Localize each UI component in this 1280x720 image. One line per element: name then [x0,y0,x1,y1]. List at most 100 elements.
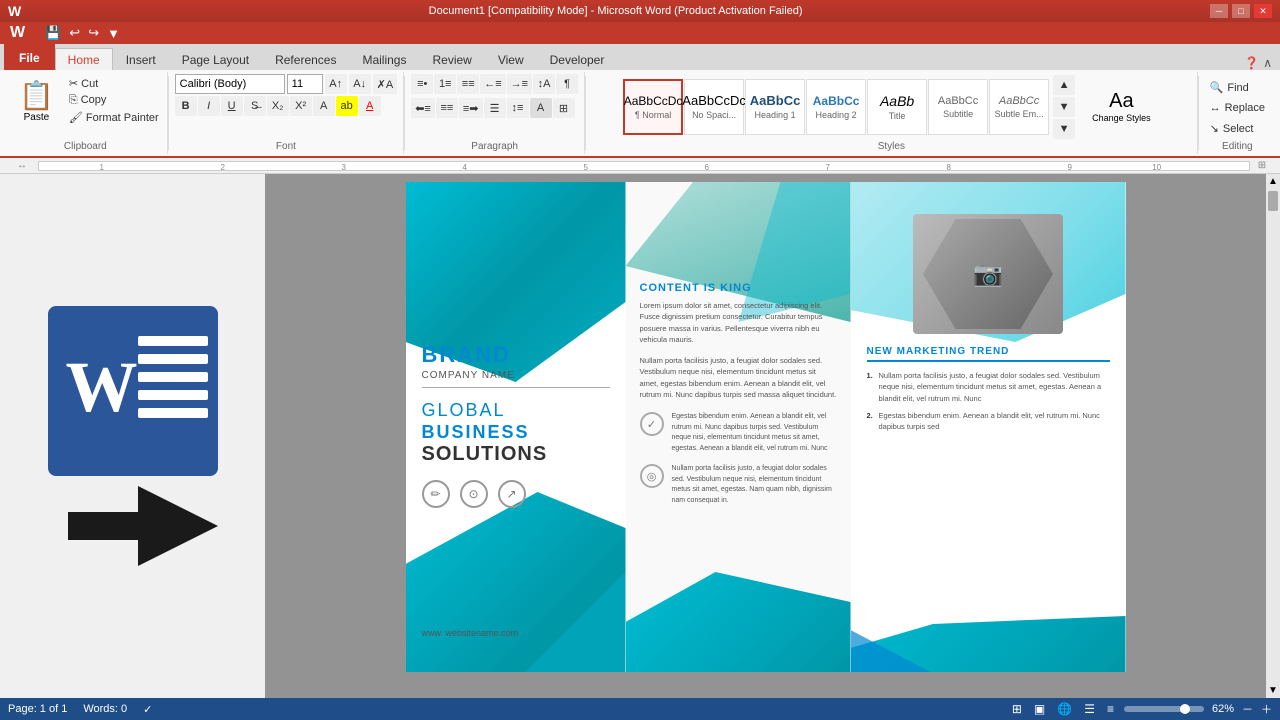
font-color-button[interactable]: A [359,96,381,116]
spell-check-icon[interactable]: ✓ [143,703,152,716]
bold-button[interactable]: B [175,96,197,116]
window-title: Document1 [Compatibility Mode] - Microso… [21,5,1210,17]
qa-customize-button[interactable]: ▼ [105,26,122,41]
help-icon[interactable]: ❓ [1244,56,1259,70]
style-title[interactable]: AaBb Title [867,79,927,135]
find-button[interactable]: 🔍Find [1205,78,1254,97]
style-subtle-em[interactable]: AaBbCc Subtle Em... [989,79,1049,135]
font-group: A↑ A↓ ✗A B I U S̶ X₂ X² A ab A Font [169,72,405,154]
cut-button[interactable]: ✂ Cut [67,76,161,91]
feature-icon-2: ◎ [640,464,664,488]
font-grow-button[interactable]: A↑ [325,74,347,94]
tab-references[interactable]: References [262,48,349,70]
style-no-spacing[interactable]: AaBbCcDc No Spaci... [684,79,744,135]
tab-view[interactable]: View [485,48,537,70]
replace-button[interactable]: ↔Replace [1205,99,1270,117]
change-styles-button[interactable]: Aa Change Styles [1083,85,1160,128]
vertical-scrollbar[interactable]: ▲ ▼ [1266,174,1280,698]
bullets-button[interactable]: ≡• [411,74,433,94]
justify-button[interactable]: ☰ [484,98,506,118]
styles-more-button[interactable]: ▼ [1053,119,1075,139]
print-layout-button[interactable]: ⊞ [1010,702,1024,716]
minimize-ribbon-icon[interactable]: ∧ [1263,56,1272,70]
font-name-input[interactable] [175,74,285,94]
shading-button[interactable]: A [530,98,552,118]
title-bar: W Document1 [Compatibility Mode] - Micro… [0,0,1280,22]
right-list-item-2: Egestas bibendum enim. Aenean a blandit … [867,410,1110,433]
zoom-out-button[interactable]: － [1242,701,1253,717]
brochure-left-panel: BRAND COMPANY NAME GLOBAL BUSINESS SOLUT… [406,182,626,672]
underline-button[interactable]: U [221,96,243,116]
italic-button[interactable]: I [198,96,220,116]
feature-icon-1: ✓ [640,412,664,436]
document-area[interactable]: BRAND COMPANY NAME GLOBAL BUSINESS SOLUT… [265,174,1266,698]
brochure-right-panel: 📷 NEW MARKETING TREND Nullam porta facil… [851,182,1126,672]
minimize-button[interactable]: ─ [1210,4,1228,18]
full-screen-button[interactable]: ▣ [1032,702,1047,716]
clear-format-button[interactable]: ✗A [373,74,398,94]
page-count: Page: 1 of 1 [8,703,67,716]
multilevel-button[interactable]: ≡≡ [457,74,479,94]
styles-scroll-up-button[interactable]: ▲ [1053,75,1075,95]
website: www. websitename.com [422,628,610,652]
tagline-global: GLOBAL [422,400,610,422]
line-spacing-button[interactable]: ↕≡ [507,98,529,118]
highlight-button[interactable]: ab [336,96,358,116]
style-normal[interactable]: AaBbCcDc ¶ Normal [623,79,683,135]
align-left-button[interactable]: ⬅≡ [411,98,435,118]
tab-developer[interactable]: Developer [537,48,618,70]
paragraph-group: ≡• 1≡ ≡≡ ←≡ →≡ ↕A ¶ ⬅≡ ≡≡ ≡➡ ☰ ↕≡ A ⊞ Pa… [405,72,585,154]
content-heading: CONTENT IS KING [640,282,837,294]
decrease-indent-button[interactable]: ←≡ [480,74,505,94]
font-shrink-button[interactable]: A↓ [349,74,371,94]
word-logo-bg: W [48,306,218,476]
icon-target: ⊙ [460,480,488,508]
copy-button[interactable]: ⎘ Copy [67,93,161,108]
select-button[interactable]: ↘Select [1205,119,1259,138]
subscript-button[interactable]: X₂ [267,96,289,116]
scroll-up-button[interactable]: ▲ [1266,174,1280,189]
superscript-button[interactable]: X² [290,96,312,116]
icon-row: ✏ ⊙ ↗ [422,480,610,508]
text-effects-button[interactable]: A [313,96,335,116]
numbering-button[interactable]: 1≡ [434,74,456,94]
draft-button[interactable]: ≡ [1105,702,1116,716]
font-size-input[interactable] [287,74,323,94]
clipboard-group: 📋 Paste ✂ Cut ⎘ Copy 🖌 Format Painter Cl… [4,72,168,154]
tab-insert[interactable]: Insert [113,48,169,70]
align-right-button[interactable]: ≡➡ [459,98,483,118]
word-logo-panel: W [0,174,265,698]
sort-button[interactable]: ↕A [533,74,555,94]
icon-chart: ↗ [498,480,526,508]
align-center-button[interactable]: ≡≡ [436,98,458,118]
web-layout-button[interactable]: 🌐 [1055,702,1074,716]
borders-button[interactable]: ⊞ [553,98,575,118]
zoom-slider[interactable] [1124,706,1204,712]
tagline-business: BUSINESS [422,422,610,443]
format-painter-button[interactable]: 🖌 Format Painter [67,110,161,125]
tab-mailings[interactable]: Mailings [349,48,419,70]
outline-button[interactable]: ☰ [1082,702,1097,716]
maximize-button[interactable]: □ [1232,4,1250,18]
show-marks-button[interactable]: ¶ [556,74,578,94]
main-area: W [0,174,1280,698]
scroll-down-button[interactable]: ▼ [1266,683,1280,698]
tab-review[interactable]: Review [419,48,484,70]
tab-file[interactable]: File [4,44,55,70]
qa-save-button[interactable]: 💾 [43,25,63,41]
tab-home[interactable]: Home [55,48,113,70]
qa-redo-button[interactable]: ↪ [86,25,101,41]
tab-page-layout[interactable]: Page Layout [169,48,262,70]
close-button[interactable]: ✕ [1254,4,1272,18]
qa-undo-button[interactable]: ↩ [67,25,82,41]
style-subtitle[interactable]: AaBbCc Subtitle [928,79,988,135]
style-heading2[interactable]: AaBbCc Heading 2 [806,79,866,135]
strikethrough-button[interactable]: S̶ [244,96,266,116]
style-heading1[interactable]: AaBbCc Heading 1 [745,79,805,135]
paste-button[interactable]: 📋 Paste [10,74,63,128]
tagline-solutions: SOLUTIONS [422,443,610,466]
scroll-thumb[interactable] [1268,191,1278,211]
styles-scroll-down-button[interactable]: ▼ [1053,97,1075,117]
zoom-in-button[interactable]: ＋ [1261,701,1272,717]
increase-indent-button[interactable]: →≡ [507,74,532,94]
